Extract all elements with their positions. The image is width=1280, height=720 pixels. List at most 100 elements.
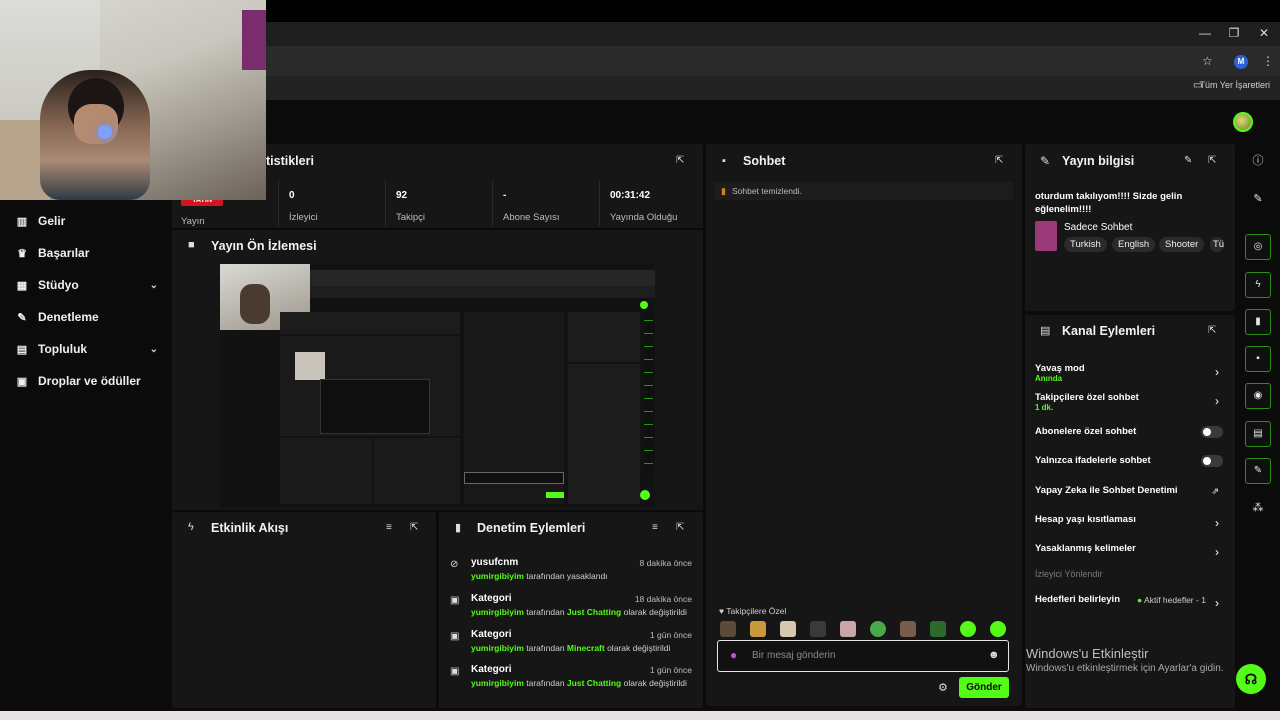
preview-info (568, 312, 640, 362)
popout-icon[interactable]: ⇱ (1208, 325, 1216, 336)
action-emote-only[interactable]: Yalnızca ifadelerle sohbet (1035, 455, 1225, 479)
mod-user: yumirgibiyim (471, 643, 524, 653)
activation-text: Windows'u etkinleştirmek için Ayarlar'a … (1026, 663, 1224, 674)
add-widget-icon[interactable]: ⁂ (1245, 495, 1271, 521)
maximize-button[interactable]: ❐ (1225, 26, 1243, 42)
mod-subject: Kategori (471, 593, 512, 604)
emote[interactable] (720, 621, 736, 637)
minimize-button[interactable]: — (1196, 26, 1214, 42)
preview-send (546, 492, 564, 498)
microphone-icon[interactable]: ● (730, 648, 737, 662)
camera-icon[interactable]: ◎ (1245, 234, 1271, 260)
edit-icon[interactable]: ✎ (1184, 155, 1192, 166)
stream-preview[interactable] (220, 264, 655, 508)
close-window-button[interactable]: ✕ (1255, 26, 1273, 42)
stat-value: 00:31:42 (610, 190, 651, 201)
preview-actions (568, 364, 640, 504)
all-bookmarks-link[interactable]: Tüm Yer İşaretleri (1199, 80, 1270, 90)
mod-user: yumirgibiyim (471, 678, 524, 688)
help-icon[interactable]: ☊ (1236, 664, 1266, 694)
clipboard-icon: ▮ (455, 522, 462, 534)
subscribers-only-toggle[interactable] (1201, 426, 1223, 438)
mod-desc: yumirgibiyim tarafından yasaklandı (471, 571, 608, 581)
chat-icon[interactable]: ▪ (1245, 346, 1271, 372)
wrench-icon[interactable]: ✎ (1245, 458, 1271, 484)
popout-icon[interactable]: ⇱ (676, 522, 684, 533)
popout-icon[interactable]: ⇱ (410, 522, 418, 533)
emoji-icon[interactable]: ☻ (988, 649, 1000, 661)
filter-icon[interactable]: ≡ (652, 522, 658, 533)
tag: Shooter (1159, 237, 1205, 252)
moderation-row: ▣ Kategori 18 dakika önce yumirgibiyim t… (450, 593, 694, 627)
send-button[interactable]: Gönder (959, 677, 1009, 698)
browser-tab-strip (266, 22, 1280, 46)
emote[interactable] (840, 621, 856, 637)
action-goals[interactable]: Hedefleri belirleyin ● Aktif hedefler - … (1035, 594, 1225, 618)
action-label: Hesap yaşı kısıtlaması (1035, 514, 1136, 525)
info-icon[interactable]: ⓘ (1245, 148, 1271, 174)
emote[interactable] (810, 621, 826, 637)
popout-icon[interactable]: ⇱ (1208, 155, 1216, 166)
sidebar-item-gelir[interactable]: ▥ Gelir (16, 211, 158, 231)
stats-title: tistikleri (266, 154, 314, 168)
stream-title: oturdum takılıyom!!!! Sizde gelin eğlene… (1035, 191, 1183, 215)
action-subscribers-only[interactable]: Abonelere özel sohbet (1035, 426, 1225, 450)
filter-icon[interactable]: ≡ (386, 522, 392, 533)
stat-value: 0 (289, 190, 295, 201)
action-value: Anında (1035, 374, 1063, 383)
mod-text: tarafından (523, 643, 567, 653)
lightning-icon[interactable]: ϟ (1245, 272, 1271, 298)
sidebar-item-droplar[interactable]: ▣ Droplar ve ödüller (16, 371, 158, 391)
profile-avatar[interactable]: M (1234, 55, 1248, 69)
menu-icon[interactable]: ⋮ (1262, 54, 1274, 68)
emote[interactable] (930, 621, 946, 637)
goals-status: ● Aktif hedefler - 1 (1137, 595, 1206, 605)
mod-text: olarak değiştirildi (621, 678, 687, 688)
emote[interactable] (960, 621, 976, 637)
mod-desc: yumirgibiyim tarafından Just Chatting ol… (471, 678, 687, 688)
preview-title: Yayın Ön İzlemesi (211, 239, 317, 253)
external-link-icon: ⇗ (1211, 486, 1219, 496)
mod-text: olarak değiştirildi (604, 643, 671, 653)
star-icon[interactable]: ☆ (1202, 54, 1213, 68)
mod-category: Just Chatting (566, 607, 622, 617)
webcam-poster (242, 10, 266, 70)
action-account-age[interactable]: Hesap yaşı kısıtlaması › (1035, 514, 1225, 538)
sidebar-item-basarilar[interactable]: ♛ Başarılar (16, 243, 158, 263)
emote[interactable] (750, 621, 766, 637)
gear-icon[interactable]: ⚙ (938, 681, 948, 694)
ban-icon: ⊘ (450, 559, 459, 570)
popout-icon[interactable]: ⇱ (676, 155, 684, 166)
user-avatar[interactable] (1233, 112, 1253, 132)
channel-icon[interactable]: ▤ (1245, 421, 1271, 447)
category-thumbnail (1035, 221, 1057, 251)
emote[interactable] (780, 621, 796, 637)
broadcast-icon[interactable]: ◉ (1245, 383, 1271, 409)
sidebar-item-denetleme[interactable]: ✎ Denetleme (16, 307, 158, 327)
chevron-down-icon: ⌄ (149, 279, 158, 291)
emote-only-toggle[interactable] (1201, 455, 1223, 467)
mod-category: Just Chatting (566, 678, 622, 688)
sidebar-item-studyo[interactable]: ▦ Stüdyo ⌄ (16, 275, 158, 295)
mod-user: yumirgibiyim (471, 571, 524, 581)
sidebar-item-topluluk[interactable]: ▤ Topluluk ⌄ (16, 339, 158, 359)
stream-info-title: Yayın bilgisi (1062, 154, 1135, 168)
sidebar-item-label: Başarılar (38, 246, 90, 260)
action-followers-only[interactable]: Takipçilere özel sohbet 1 dk. › (1035, 392, 1225, 416)
clipboard-icon[interactable]: ▮ (1245, 309, 1271, 335)
emote[interactable] (990, 621, 1006, 637)
mod-desc: yumirgibiyim tarafından Just Chatting ol… (471, 607, 687, 617)
address-bar[interactable] (266, 46, 1280, 76)
emote[interactable] (870, 621, 886, 637)
video-icon: ■ (188, 239, 195, 251)
mod-time: 8 dakika önce (639, 558, 692, 568)
action-banned-words[interactable]: Yasaklanmış kelimeler › (1035, 543, 1225, 567)
stat-followers: 92 Takipçi (385, 180, 491, 226)
action-ai-moderation[interactable]: Yapay Zeka ile Sohbet Denetimi ⇗ (1035, 485, 1225, 509)
popout-icon[interactable]: ⇱ (995, 155, 1003, 166)
stat-value: - (503, 190, 507, 201)
emote[interactable] (900, 621, 916, 637)
edit-icon[interactable]: ✎ (1245, 186, 1271, 212)
action-slow-mode[interactable]: Yavaş mod Anında › (1035, 363, 1225, 387)
chat-input[interactable]: ● Bir mesaj gönderin ☻ (717, 640, 1009, 672)
